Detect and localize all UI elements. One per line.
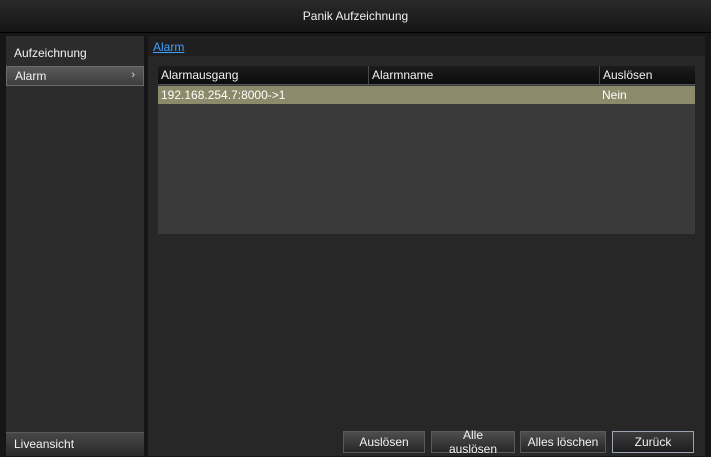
breadcrumb[interactable]: Alarm [153,40,184,56]
trigger-all-button[interactable]: Alle auslösen [431,428,515,456]
cell-alarm-output: 192.168.254.7:8000->1 [161,88,286,102]
main-content: Alarm Alarmausgang Alarmname Auslösen 19… [148,36,705,456]
cell-alarm-name [368,86,599,104]
window-title: Panik Aufzeichnung [302,9,409,23]
column-header-alarmname[interactable]: Alarmname [368,66,599,84]
sidebar-item-aufzeichnung[interactable]: Aufzeichnung [6,42,144,64]
liveview-label: Liveansicht [14,436,75,451]
table-row[interactable]: 192.168.254.7:8000->1 Nein [158,86,695,104]
sidebar-item-label: Alarm [15,69,47,83]
cell-trigger-status: Nein [602,88,627,102]
back-button[interactable]: Zurück [612,431,694,453]
alarm-table: Alarmausgang Alarmname Auslösen 192.168.… [158,66,695,234]
liveview-button[interactable]: Liveansicht [6,432,144,454]
column-header-alarmausgang[interactable]: Alarmausgang [158,66,368,84]
trigger-button[interactable]: Auslösen [343,431,425,453]
breadcrumb-bar [148,36,705,56]
table-header: Alarmausgang Alarmname Auslösen [158,66,695,85]
window-title-bar: Panik Aufzeichnung [0,0,711,33]
clear-all-button[interactable]: Alles löschen [520,431,606,453]
sidebar: Aufzeichnung Alarm › [6,36,144,456]
chevron-right-icon: › [131,69,135,81]
sidebar-item-alarm[interactable]: Alarm › [6,66,144,86]
sidebar-item-label: Aufzeichnung [14,46,87,60]
column-header-ausloesen[interactable]: Auslösen [599,66,695,84]
